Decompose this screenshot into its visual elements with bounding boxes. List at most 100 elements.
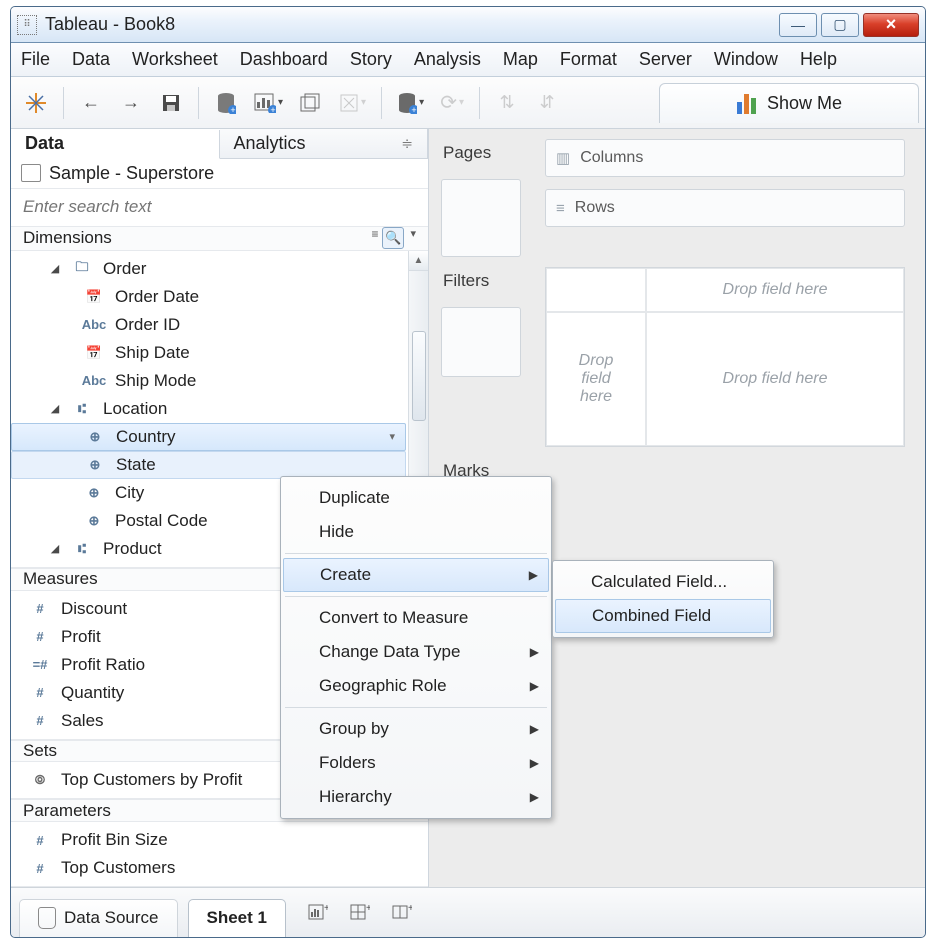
menu-label: Convert to Measure	[319, 608, 468, 628]
menu-worksheet[interactable]: Worksheet	[132, 49, 218, 70]
menu-format[interactable]: Format	[560, 49, 617, 70]
rows-shelf[interactable]: ≡ Rows	[545, 189, 905, 227]
connect-live-button[interactable]: + ▾	[392, 86, 429, 120]
new-datasource-button[interactable]: +	[209, 86, 243, 120]
save-button[interactable]	[154, 86, 188, 120]
menu-create[interactable]: Create▶	[283, 558, 549, 592]
columns-shelf[interactable]: ▥ Columns	[545, 139, 905, 177]
maximize-button[interactable]: ▢	[821, 13, 859, 37]
menu-label: Create	[320, 565, 371, 585]
field-ship-mode[interactable]: Abc Ship Mode	[11, 367, 406, 395]
chevron-down-icon: ▾	[459, 97, 464, 108]
field-context-menu: Duplicate Hide Create▶ Convert to Measur…	[280, 476, 552, 819]
hierarchy-location[interactable]: ◢ ⑆ Location	[11, 395, 406, 423]
menu-data[interactable]: Data	[72, 49, 110, 70]
filters-shelf[interactable]	[441, 307, 521, 377]
sort-asc-button[interactable]: ⇵	[530, 86, 564, 120]
body-drop[interactable]: Drop field here	[646, 312, 904, 446]
field-label: Profit	[61, 627, 101, 647]
menu-help[interactable]: Help	[800, 49, 837, 70]
field-label: Top Customers by Profit	[61, 770, 242, 790]
story-plus-icon: +	[392, 904, 412, 922]
columns-drop[interactable]: Drop field here	[646, 268, 904, 312]
chevron-right-icon: ▶	[530, 722, 539, 736]
menu-folders[interactable]: Folders▶	[283, 746, 549, 780]
menu-change-data-type[interactable]: Change Data Type▶	[283, 635, 549, 669]
dimensions-label: Dimensions	[23, 228, 112, 248]
tab-data[interactable]: Data	[11, 130, 220, 159]
create-submenu: Calculated Field... Combined Field	[552, 560, 774, 638]
menu-geographic-role[interactable]: Geographic Role▶	[283, 669, 549, 703]
pages-shelf[interactable]	[441, 179, 521, 257]
field-label: Top Customers	[61, 858, 175, 878]
param-profit-bin-size[interactable]: #Profit Bin Size	[11, 826, 428, 854]
chevron-right-icon: ▶	[530, 756, 539, 770]
svg-text:+: +	[411, 105, 416, 114]
svg-text:+: +	[408, 904, 412, 914]
menu-window[interactable]: Window	[714, 49, 778, 70]
app-icon: ⠿	[17, 15, 37, 35]
menu-group-by[interactable]: Group by▶	[283, 712, 549, 746]
data-source-tab[interactable]: Data Source	[19, 899, 178, 937]
scroll-thumb[interactable]	[412, 331, 426, 421]
field-order-id[interactable]: Abc Order ID	[11, 311, 406, 339]
hierarchy-icon: ⑆	[69, 541, 95, 556]
back-button[interactable]: ←	[74, 86, 108, 120]
close-button[interactable]: ×	[863, 13, 919, 37]
rows-drop[interactable]: Drop field here	[546, 312, 646, 446]
minimize-button[interactable]: —	[779, 13, 817, 37]
find-field-button[interactable]: 🔍	[382, 227, 404, 249]
menu-calculated-field[interactable]: Calculated Field...	[555, 565, 771, 599]
new-dashboard-mini[interactable]: +	[346, 899, 374, 927]
scroll-up-icon[interactable]: ▲	[409, 251, 428, 271]
drop-hint: Drop field here	[566, 352, 626, 406]
menu-hierarchy[interactable]: Hierarchy▶	[283, 780, 549, 814]
sheet-tab[interactable]: Sheet 1	[188, 899, 286, 937]
view-as-icon[interactable]: ≡	[371, 227, 376, 249]
folder-order[interactable]: ◢ 🗀 Order	[11, 255, 406, 283]
show-me-button[interactable]: Show Me	[659, 83, 919, 123]
tab-analytics[interactable]: Analytics≑	[220, 129, 429, 158]
field-country[interactable]: ⊕ Country ▾	[11, 423, 406, 451]
menu-hide[interactable]: Hide	[283, 515, 549, 549]
datasource-row[interactable]: Sample - Superstore	[11, 159, 428, 189]
new-story-mini[interactable]: +	[388, 899, 416, 927]
field-order-date[interactable]: 📅 Order Date	[11, 283, 406, 311]
menu-file[interactable]: File	[21, 49, 50, 70]
number-icon: #	[27, 713, 53, 728]
clear-sheet-button[interactable]: ▾	[334, 86, 371, 120]
menu-label: Hide	[319, 522, 354, 542]
field-state[interactable]: ⊕ State	[11, 451, 406, 479]
menu-server[interactable]: Server	[639, 49, 692, 70]
view-canvas[interactable]: Drop field here Drop field here Drop fie…	[545, 267, 905, 447]
new-worksheet-mini[interactable]: +	[304, 899, 332, 927]
menu-combined-field[interactable]: Combined Field	[555, 599, 771, 633]
field-label: Country	[116, 427, 176, 447]
menu-story[interactable]: Story	[350, 49, 392, 70]
param-top-customers[interactable]: #Top Customers	[11, 854, 428, 882]
search-input[interactable]	[11, 189, 428, 227]
field-label: Sales	[61, 711, 104, 731]
duplicate-sheet-button[interactable]	[294, 86, 328, 120]
tableau-logo-icon[interactable]	[19, 86, 53, 120]
swap-button[interactable]: ⇅	[490, 86, 524, 120]
menu-duplicate[interactable]: Duplicate	[283, 481, 549, 515]
menu-convert-to-measure[interactable]: Convert to Measure	[283, 601, 549, 635]
menu-map[interactable]: Map	[503, 49, 538, 70]
menu-label: Calculated Field...	[591, 572, 727, 592]
menu-analysis[interactable]: Analysis	[414, 49, 481, 70]
statusbar: Data Source Sheet 1 + + +	[11, 887, 925, 937]
forward-button[interactable]: →	[114, 86, 148, 120]
bars-icon	[736, 94, 757, 114]
chevron-down-icon[interactable]: ▾	[410, 227, 416, 249]
svg-text:+: +	[270, 105, 275, 113]
refresh-button[interactable]: ⟳ ▾	[435, 86, 469, 120]
chevron-down-icon[interactable]: ▾	[389, 430, 395, 443]
refresh-icon: ⟳	[440, 90, 457, 115]
menubar: File Data Worksheet Dashboard Story Anal…	[11, 43, 925, 77]
dashboard-plus-icon: +	[350, 904, 370, 922]
new-worksheet-button[interactable]: + ▾	[249, 86, 288, 120]
menu-dashboard[interactable]: Dashboard	[240, 49, 328, 70]
field-ship-date[interactable]: 📅 Ship Date	[11, 339, 406, 367]
caret-down-icon: ◢	[49, 402, 61, 415]
